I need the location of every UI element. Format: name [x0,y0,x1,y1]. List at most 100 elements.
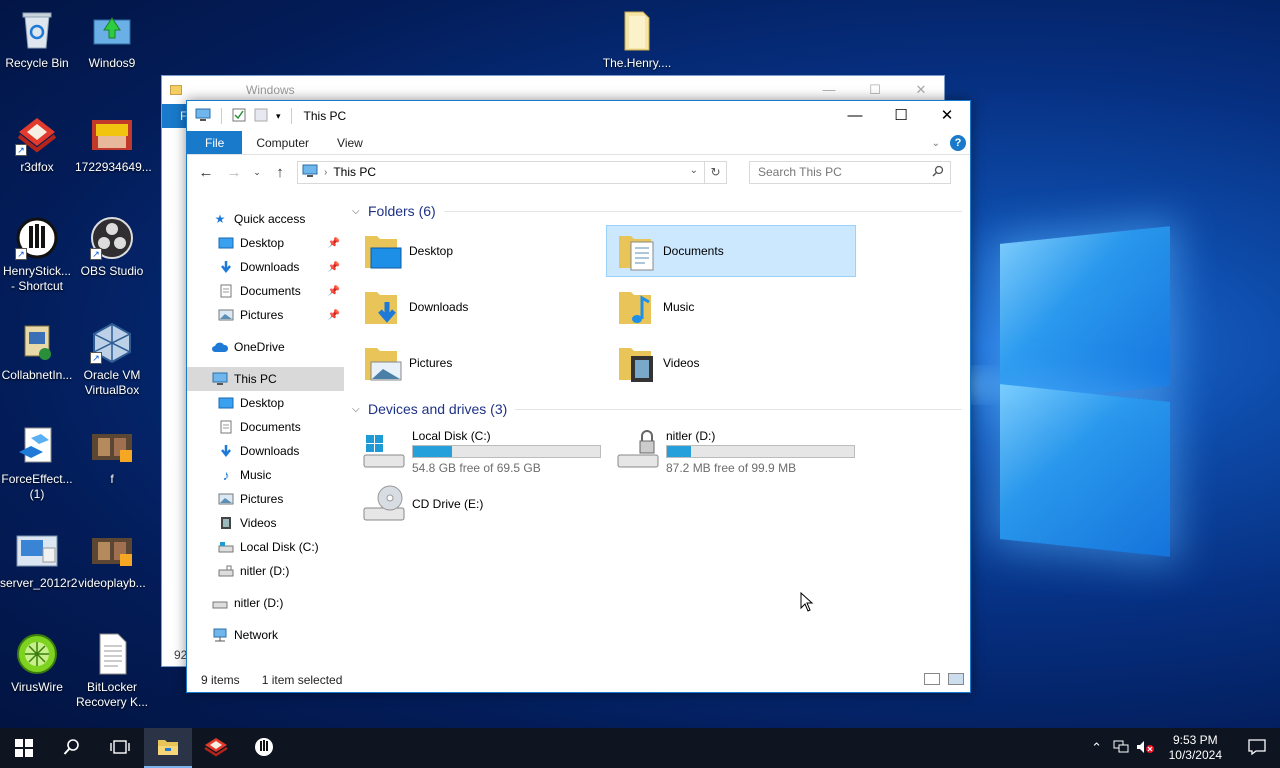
back-button[interactable]: ← [195,164,217,181]
nav-quick-documents[interactable]: Documents 📌 [187,279,344,303]
drive-tile-local-disk-c[interactable]: Local Disk (C:) 54.8 GB free of 69.5 GB [352,423,606,477]
desktop-icon-f-video[interactable]: f [75,424,149,487]
folder-tile-pictures[interactable]: Pictures [352,337,606,389]
pin-icon[interactable]: 📌 [328,310,340,321]
nav-network[interactable]: Network [187,623,344,647]
nav-nitler-d[interactable]: nitler (D:) [187,591,344,615]
desktop-icon-henrystickmin-shortcut[interactable]: ↗ HenryStick... - Shortcut [0,216,74,294]
customize-qat-icon[interactable]: ▾ [276,111,281,122]
up-button[interactable]: ↑ [269,164,291,181]
expand-ribbon-icon[interactable]: ⌄ [932,138,940,149]
desktop-icon-collabnet[interactable]: CollabnetIn... [0,320,74,383]
nav-pc-local-disk-c[interactable]: Local Disk (C:) [187,535,344,559]
desktop-icon-videoplayback[interactable]: videoplayb... [75,528,149,591]
desktop-icon-viruswire[interactable]: VirusWire [0,632,74,695]
tab-computer[interactable]: Computer [242,131,323,154]
taskbar: ⌃ 9:53 PM 10/3/2024 [0,728,1280,768]
desktop-icon-image-1722934649[interactable]: 1722934649... [75,112,152,175]
nav-pc-videos[interactable]: Videos [187,511,344,535]
search-icon [63,738,81,759]
nav-pc-desktop[interactable]: Desktop [187,391,344,415]
properties-icon[interactable] [232,108,246,125]
nav-this-pc[interactable]: This PC [187,367,344,391]
desktop-icon-the-henry-folder[interactable]: The.Henry.... [600,8,674,71]
search-input[interactable]: Search This PC [749,160,951,184]
drive-tile-nitler-d[interactable]: nitler (D:) 87.2 MB free of 99.9 MB [606,423,860,477]
image-file-icon [90,112,134,156]
content-pane[interactable]: ⌵ Folders (6) Desktop Documents Download… [344,189,970,668]
download-arrow-icon [217,259,235,275]
folders-group-header[interactable]: ⌵ Folders (6) [352,201,970,221]
desktop-icon-forceeffect[interactable]: ForceEffect... (1) [0,424,74,502]
explorer-window-this-pc[interactable]: ▾ This PC — ☐ ✕ File Computer View ⌄ ? ←… [186,100,971,693]
drive-usage-bar [666,445,855,458]
recent-locations-button[interactable]: ⌄ [251,167,263,178]
details-view-icon[interactable] [924,673,940,685]
nav-quick-access[interactable]: ★ Quick access [187,207,344,231]
installer-icon [15,320,59,364]
title-bar[interactable]: ▾ This PC — ☐ ✕ [187,101,970,131]
search-button[interactable] [48,728,96,768]
search-placeholder: Search This PC [758,165,842,179]
address-dropdown-icon[interactable]: ⌄ [690,165,698,176]
drive-tile-cd-drive-e[interactable]: CD Drive (E:) [352,477,606,531]
folder-tile-music[interactable]: Music [606,281,860,333]
breadcrumb-this-pc[interactable]: This PC [333,165,376,179]
pin-icon[interactable]: 📌 [328,286,340,297]
music-note-icon: ♪ [222,467,230,483]
nav-pc-nitler-d[interactable]: nitler (D:) [187,559,344,583]
help-icon[interactable]: ? [950,135,966,151]
desktop-icon-bitlocker-recovery[interactable]: BitLocker Recovery K... [75,632,149,710]
nav-pc-downloads[interactable]: Downloads [187,439,344,463]
bg-file-tab[interactable]: F [162,104,188,128]
taskbar-henry-stickmin[interactable] [240,728,288,768]
nav-quick-pictures[interactable]: Pictures 📌 [187,303,344,327]
tab-file[interactable]: File [187,131,243,154]
forward-button[interactable]: → [223,164,245,181]
pin-icon[interactable]: 📌 [328,262,340,273]
navigation-pane[interactable]: ★ Quick access Desktop 📌 Downloads 📌 Doc… [187,189,344,668]
task-view-icon [110,739,130,758]
desktop-icon-obs-studio[interactable]: ↗ OBS Studio [75,216,149,279]
minimize-button[interactable]: — [832,101,878,131]
maximize-button[interactable]: ☐ [878,101,924,131]
pin-icon[interactable]: 📌 [328,238,340,249]
drive-icon [217,539,235,555]
desktop-icon-server-2012r2[interactable]: server_2012r2 [0,528,77,591]
desktop-icon-recycle-bin[interactable]: Recycle Bin [0,8,74,71]
close-button[interactable]: ✕ [924,101,970,131]
breadcrumb-separator-icon[interactable]: › [324,167,327,178]
task-view-button[interactable] [96,728,144,768]
desktop-icon-virtualbox[interactable]: ↗ Oracle VM VirtualBox [75,320,149,398]
new-folder-icon[interactable] [254,108,268,125]
nav-onedrive[interactable]: OneDrive [187,335,344,359]
refresh-button[interactable]: ↻ [704,161,726,183]
nav-quick-downloads[interactable]: Downloads 📌 [187,255,344,279]
taskbar-r3dfox[interactable] [192,728,240,768]
taskbar-file-explorer[interactable] [144,728,192,768]
folder-tile-videos[interactable]: Videos [606,337,860,389]
nav-pc-pictures[interactable]: Pictures [187,487,344,511]
desktop-icon-r3dfox[interactable]: ↗ r3dfox [0,112,74,175]
devices-group-header[interactable]: ⌵ Devices and drives (3) [352,399,970,419]
volume-muted-icon[interactable] [1133,740,1157,757]
nav-quick-desktop[interactable]: Desktop 📌 [187,231,344,255]
nav-pc-documents[interactable]: Documents [187,415,344,439]
installer-icon [90,8,134,52]
folder-tile-desktop[interactable]: Desktop [352,225,606,277]
show-hidden-icons-button[interactable]: ⌃ [1085,740,1109,756]
mouse-cursor-icon [800,591,814,615]
action-center-button[interactable] [1234,738,1280,758]
folder-tile-downloads[interactable]: Downloads [352,281,606,333]
desktop-icon-windos9[interactable]: Windos9 [75,8,149,71]
address-bar[interactable]: › This PC ⌄ ↻ [297,160,727,184]
desktop-icon [217,395,235,411]
clock[interactable]: 9:53 PM 10/3/2024 [1157,733,1234,763]
large-icons-view-icon[interactable] [948,673,964,685]
tab-view[interactable]: View [323,131,377,154]
item-count: 9 items [201,673,240,687]
network-icon[interactable] [1109,740,1133,757]
start-button[interactable] [0,728,48,768]
nav-pc-music[interactable]: ♪ Music [187,463,344,487]
folder-tile-documents[interactable]: Documents [606,225,856,277]
